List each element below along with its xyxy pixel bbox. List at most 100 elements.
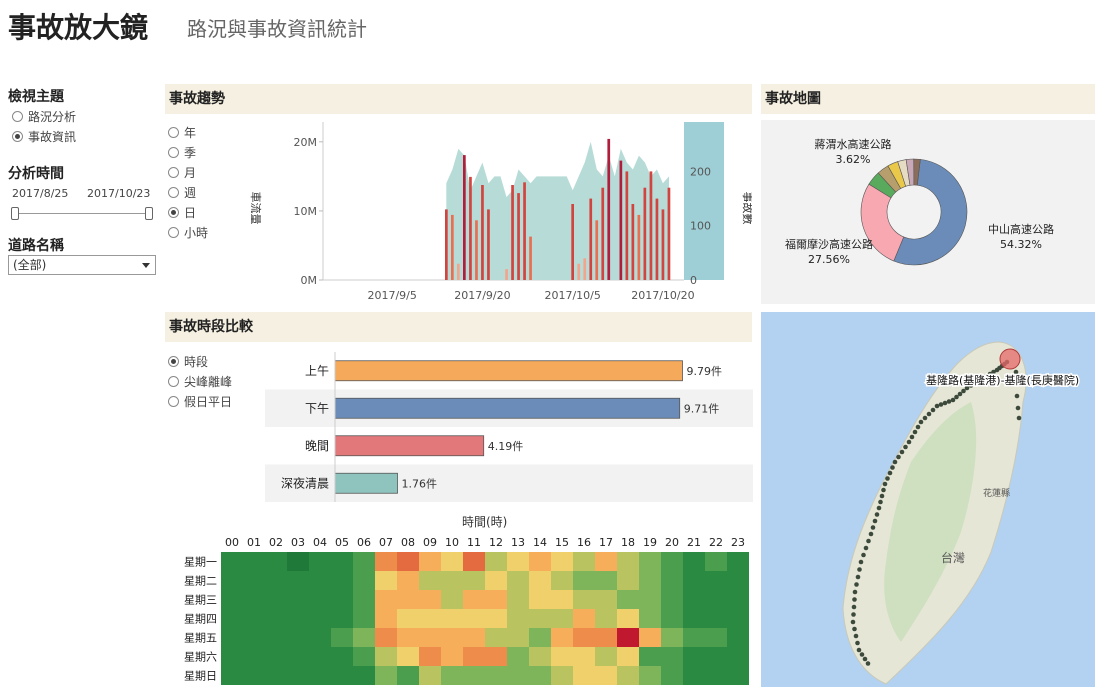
heatmap-cell[interactable] [507, 590, 529, 609]
heatmap-cell[interactable] [221, 552, 243, 571]
road-select[interactable]: (全部) [8, 255, 156, 275]
heatmap-cell[interactable] [617, 609, 639, 628]
period-option[interactable]: 假日平日 [168, 391, 232, 411]
heatmap-cell[interactable] [617, 571, 639, 590]
selected-location-marker[interactable] [999, 348, 1021, 370]
accident-bar[interactable] [517, 193, 520, 280]
granularity-option[interactable]: 日 [168, 202, 208, 222]
accident-point[interactable] [1015, 405, 1021, 411]
accident-point[interactable] [855, 574, 861, 580]
heatmap-cell[interactable] [331, 666, 353, 685]
heatmap-cell[interactable] [375, 628, 397, 647]
heatmap-cell[interactable] [309, 647, 331, 666]
heatmap-cell[interactable] [441, 628, 463, 647]
heatmap-cell[interactable] [463, 628, 485, 647]
heatmap-cell[interactable] [485, 666, 507, 685]
accident-bar[interactable] [469, 176, 472, 280]
heatmap-cell[interactable] [705, 590, 727, 609]
heatmap-cell[interactable] [661, 647, 683, 666]
accident-point[interactable] [852, 597, 857, 602]
heatmap-cell[interactable] [265, 609, 287, 628]
heatmap-cell[interactable] [287, 666, 309, 685]
accident-point[interactable] [854, 582, 859, 587]
accident-point[interactable] [858, 559, 864, 565]
heatmap-cell[interactable] [287, 552, 309, 571]
accident-point[interactable] [930, 407, 936, 413]
granularity-option[interactable]: 週 [168, 182, 208, 202]
accident-point[interactable] [892, 459, 898, 465]
heatmap-cell[interactable] [375, 590, 397, 609]
period-option[interactable]: 尖峰離峰 [168, 371, 232, 391]
accident-bar[interactable] [643, 187, 647, 280]
accident-point[interactable] [882, 481, 888, 487]
accident-point[interactable] [906, 439, 912, 445]
heatmap-cell[interactable] [397, 609, 419, 628]
accident-bar[interactable] [475, 220, 478, 280]
heatmap-cell[interactable] [529, 647, 551, 666]
heatmap-cell[interactable] [595, 647, 617, 666]
heatmap-cell[interactable] [573, 552, 595, 571]
heatmap-cell[interactable] [507, 571, 529, 590]
heatmap-cell[interactable] [463, 571, 485, 590]
heatmap-cell[interactable] [419, 666, 441, 685]
heatmap-cell[interactable] [573, 628, 595, 647]
period-bar[interactable] [334, 435, 485, 457]
heatmap-cell[interactable] [485, 628, 507, 647]
heatmap-cell[interactable] [243, 628, 265, 647]
heatmap-cell[interactable] [617, 666, 639, 685]
heatmap-cell[interactable] [243, 609, 265, 628]
heatmap-cell[interactable] [331, 628, 353, 647]
heatmap-cell[interactable] [617, 590, 639, 609]
heatmap-cell[interactable] [287, 609, 309, 628]
heatmap-cell[interactable] [221, 571, 243, 590]
accident-bar[interactable] [661, 209, 665, 280]
heatmap-cell[interactable] [243, 647, 265, 666]
heatmap-cell[interactable] [309, 552, 331, 571]
accident-point[interactable] [1014, 393, 1020, 399]
heatmap-cell[interactable] [375, 571, 397, 590]
heatmap-cell[interactable] [595, 628, 617, 647]
accident-bar[interactable] [487, 209, 490, 280]
accident-point[interactable] [896, 454, 901, 460]
heatmap-cell[interactable] [727, 590, 749, 609]
heatmap-cell[interactable] [507, 609, 529, 628]
heatmap-cell[interactable] [551, 666, 573, 685]
accident-point[interactable] [863, 545, 869, 551]
accident-point[interactable] [866, 538, 871, 544]
accident-point[interactable] [862, 656, 868, 662]
heatmap-cell[interactable] [595, 590, 617, 609]
heatmap-cell[interactable] [507, 666, 529, 685]
heatmap-cell[interactable] [683, 609, 705, 628]
heatmap-cell[interactable] [683, 552, 705, 571]
heatmap-cell[interactable] [353, 609, 375, 628]
heatmap-cell[interactable] [375, 552, 397, 571]
heatmap-cell[interactable] [551, 647, 573, 666]
accident-point[interactable] [851, 612, 856, 617]
topic-option[interactable]: 路況分析 [12, 106, 76, 126]
heatmap-cell[interactable] [221, 609, 243, 628]
accident-point[interactable] [852, 626, 857, 632]
accident-point[interactable] [857, 567, 862, 572]
accident-map[interactable]: 基隆路(基隆港)-基隆(長庚醫院) 花蓮縣 台灣 [761, 312, 1095, 687]
heatmap-cell[interactable] [595, 571, 617, 590]
accident-bar[interactable] [451, 214, 454, 280]
accident-point[interactable] [855, 640, 860, 646]
accident-point[interactable] [879, 493, 885, 499]
heatmap-cell[interactable] [441, 609, 463, 628]
accident-point[interactable] [890, 465, 895, 470]
period-option[interactable]: 時段 [168, 351, 232, 371]
accident-point[interactable] [954, 394, 959, 400]
heatmap-cell[interactable] [309, 609, 331, 628]
heatmap-cell[interactable] [661, 571, 683, 590]
heatmap-cell[interactable] [595, 609, 617, 628]
accident-point[interactable] [850, 619, 856, 625]
heatmap-cell[interactable] [705, 647, 727, 666]
accident-point[interactable] [865, 661, 871, 666]
heatmap-cell[interactable] [419, 647, 441, 666]
heatmap-cell[interactable] [529, 628, 551, 647]
accident-bar[interactable] [625, 171, 629, 280]
accident-point[interactable] [950, 397, 956, 403]
heatmap-cell[interactable] [397, 552, 419, 571]
heatmap-cell[interactable] [419, 609, 441, 628]
heatmap-cell[interactable] [309, 571, 331, 590]
